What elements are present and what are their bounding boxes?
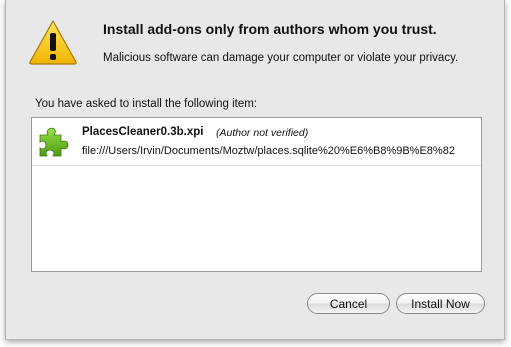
warning-icon (29, 20, 77, 65)
item-author-status: (Author not verified) (216, 127, 309, 139)
install-item-list[interactable]: PlacesCleaner0.3b.xpi (Author not verifi… (31, 117, 482, 272)
dialog-heading: Install add-ons only from authors whom y… (103, 21, 437, 37)
install-addon-dialog: Install add-ons only from authors whom y… (5, 0, 505, 340)
item-filename: PlacesCleaner0.3b.xpi (82, 126, 204, 138)
item-url: file:///Users/Irvin/Documents/Moztw/plac… (82, 145, 455, 157)
install-now-button[interactable]: Install Now (396, 293, 485, 314)
dialog-warning-text: Malicious software can damage your compu… (103, 52, 459, 64)
puzzle-piece-icon (39, 127, 69, 157)
cancel-button[interactable]: Cancel (307, 293, 390, 314)
list-item[interactable]: PlacesCleaner0.3b.xpi (Author not verifi… (32, 118, 481, 166)
item-list-label: You have asked to install the following … (35, 98, 258, 110)
